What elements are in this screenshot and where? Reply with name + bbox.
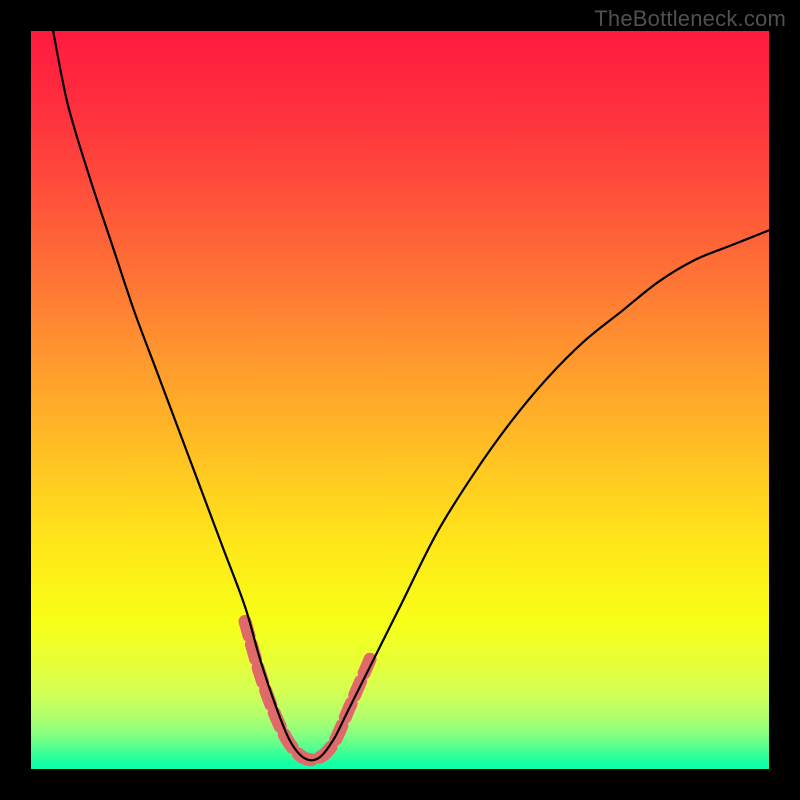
watermark-text: TheBottleneck.com [594, 6, 786, 32]
plot-area [31, 31, 769, 769]
chart-container: TheBottleneck.com [0, 0, 800, 800]
chart-svg [31, 31, 769, 769]
gradient-background [31, 31, 769, 769]
